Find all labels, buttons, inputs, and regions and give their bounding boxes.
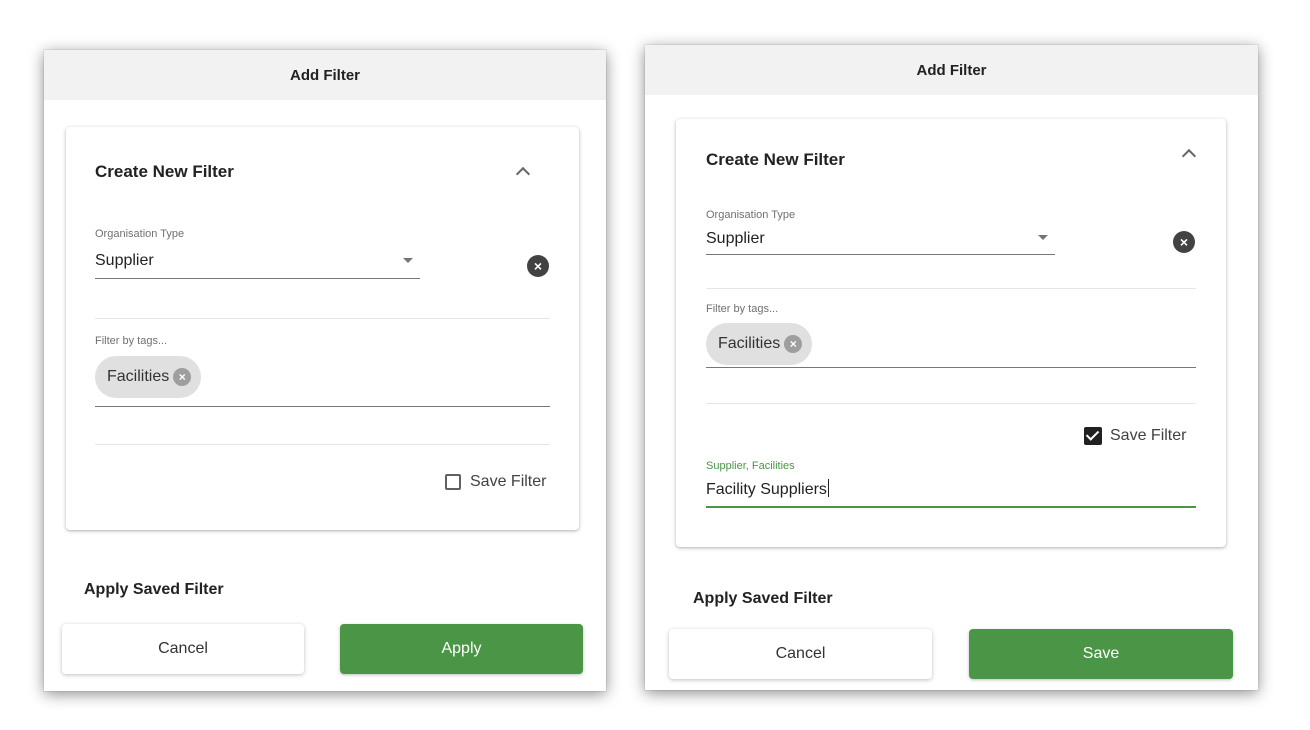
- divider: [706, 403, 1196, 404]
- tag-chip-facilities[interactable]: Facilities ×: [706, 323, 813, 365]
- tag-chip-facilities[interactable]: Facilities ×: [95, 356, 202, 398]
- divider: [95, 318, 550, 319]
- card-title: Create New Filter: [706, 150, 845, 169]
- apply-saved-filter-title: Apply Saved Filter: [84, 581, 224, 598]
- add-filter-dialog-left: Add Filter Create New Filter Organisatio…: [44, 50, 606, 691]
- add-filter-dialog-right: Add Filter Create New Filter Organisatio…: [645, 45, 1258, 690]
- org-type-underline: [706, 254, 1055, 255]
- cancel-button[interactable]: Cancel: [62, 624, 304, 674]
- org-type-select[interactable]: Supplier: [95, 252, 154, 270]
- text-cursor: [827, 479, 829, 497]
- card-title: Create New Filter: [95, 162, 234, 181]
- dialog-title: Add Filter: [645, 45, 1258, 95]
- apply-saved-filter-title: Apply Saved Filter: [693, 590, 833, 607]
- org-type-underline: [95, 278, 420, 279]
- save-filter-checkbox-checked[interactable]: [1084, 427, 1102, 445]
- save-filter-label[interactable]: Save Filter: [1110, 427, 1186, 445]
- tags-underline: [95, 406, 550, 407]
- tag-chip-label: Facilities: [718, 335, 781, 352]
- remove-tag-icon[interactable]: ×: [784, 335, 803, 353]
- collapse-chevron-icon[interactable]: [1181, 148, 1197, 164]
- divider: [95, 444, 550, 445]
- dialog-title: Add Filter: [44, 50, 606, 100]
- dropdown-caret-icon[interactable]: [1038, 235, 1048, 240]
- filter-name-input[interactable]: Facility Suppliers: [706, 479, 829, 499]
- remove-tag-icon[interactable]: ×: [173, 368, 192, 386]
- filter-name-label: Supplier, Facilities: [706, 460, 795, 472]
- clear-org-type-icon[interactable]: ×: [527, 255, 549, 277]
- org-type-label: Organisation Type: [706, 209, 796, 221]
- collapse-chevron-icon[interactable]: [515, 166, 531, 182]
- filter-name-value: Facility Suppliers: [706, 481, 827, 498]
- create-filter-card: Create New Filter Organisation Type Supp…: [66, 127, 579, 530]
- create-filter-card: Create New Filter Organisation Type Supp…: [676, 119, 1226, 547]
- org-type-label: Organisation Type: [95, 228, 185, 240]
- tags-label: Filter by tags...: [706, 303, 779, 315]
- tags-underline: [706, 367, 1196, 368]
- save-button[interactable]: Save: [969, 629, 1233, 679]
- tags-label: Filter by tags...: [95, 335, 168, 347]
- tag-chip-label: Facilities: [107, 368, 170, 385]
- filter-name-focus-underline: [706, 506, 1196, 508]
- save-filter-checkbox[interactable]: [445, 474, 461, 490]
- save-filter-label[interactable]: Save Filter: [470, 473, 546, 491]
- dropdown-caret-icon[interactable]: [403, 258, 413, 263]
- apply-button[interactable]: Apply: [340, 624, 583, 674]
- cancel-button[interactable]: Cancel: [669, 629, 932, 679]
- divider: [706, 288, 1196, 289]
- clear-org-type-icon[interactable]: ×: [1173, 231, 1195, 253]
- org-type-select[interactable]: Supplier: [706, 230, 765, 248]
